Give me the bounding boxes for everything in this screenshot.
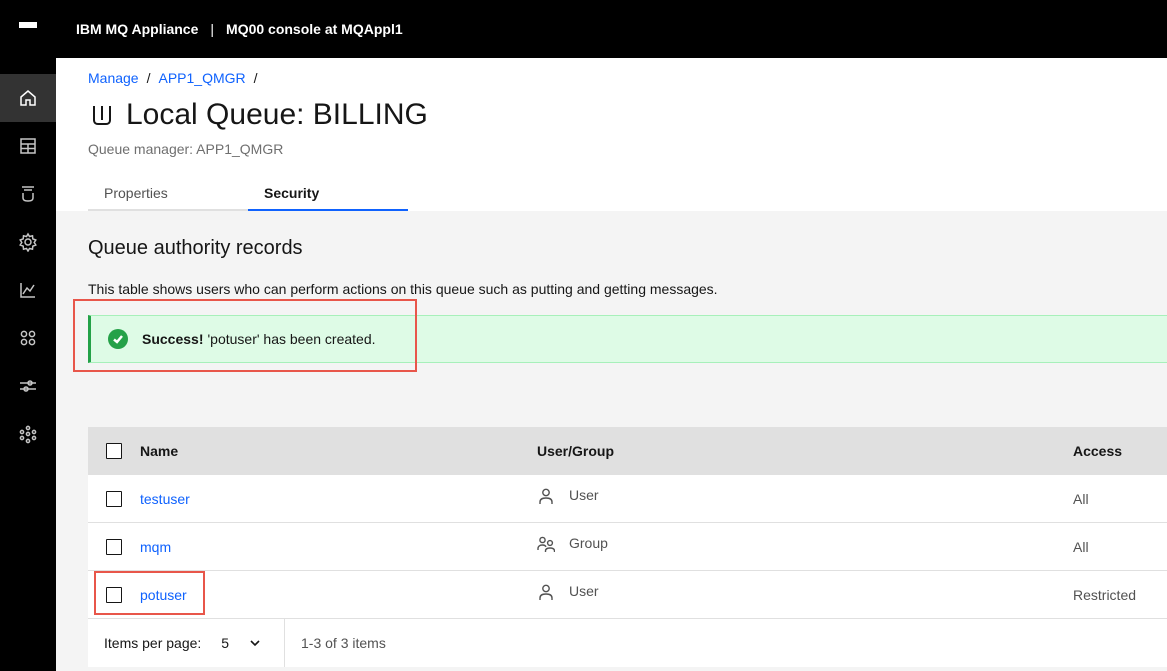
title-row: Local Queue: BILLING [88, 98, 428, 132]
nav-settings[interactable] [0, 218, 56, 266]
tab-security[interactable]: Security [248, 176, 408, 211]
home-icon [20, 90, 36, 106]
apps-icon [20, 330, 36, 346]
items-per-page-select[interactable]: 5 [221, 635, 229, 651]
product-name: IBM MQ Appliance [76, 21, 199, 37]
side-nav [0, 58, 56, 671]
queue-icon [93, 106, 111, 125]
chevron-down-icon[interactable] [249, 637, 261, 649]
table-row: mqm Group All [88, 523, 1167, 571]
row-checkbox[interactable] [106, 538, 122, 555]
section-title: Queue authority records [88, 237, 303, 259]
row-type: User [569, 582, 599, 599]
notification-message: 'potuser' has been created. [207, 331, 376, 347]
row-access: Restricted [1073, 586, 1137, 603]
section-description: This table shows users who can perform a… [88, 281, 718, 297]
row-type: User [569, 486, 599, 503]
items-per-page: Items per page: 5 [88, 619, 285, 667]
row-checkbox[interactable] [106, 490, 122, 507]
nav-home[interactable] [0, 74, 56, 122]
page-subtitle: Queue manager: APP1_QMGR [88, 141, 284, 157]
notification-title: Success! [142, 331, 204, 347]
breadcrumb: Manage / APP1_QMGR / [88, 70, 258, 86]
nav-queue[interactable] [0, 170, 56, 218]
queue-icon [22, 186, 34, 202]
breadcrumb-separator: / [146, 70, 151, 86]
nav-table[interactable] [0, 122, 56, 170]
select-all-checkbox[interactable] [106, 443, 122, 459]
row-name-link[interactable]: mqm [140, 539, 171, 555]
hamburger-icon [19, 22, 37, 36]
sliders-icon [20, 380, 36, 392]
row-name-link[interactable]: potuser [140, 587, 187, 603]
nav-network[interactable] [0, 410, 56, 458]
tab-list: Properties Security [88, 176, 408, 211]
column-header-access[interactable]: Access [1073, 443, 1167, 459]
success-notification: Success! 'potuser' has been created. [88, 315, 1167, 363]
nav-adjust[interactable] [0, 362, 56, 410]
nav-metrics[interactable] [0, 266, 56, 314]
gear-icon [19, 232, 37, 252]
row-access: All [1073, 538, 1089, 555]
pagination: Items per page: 5 1-3 of 3 items [88, 619, 1167, 667]
table-row: potuser User Restricted [88, 571, 1167, 619]
row-checkbox[interactable] [106, 586, 122, 603]
column-header-name[interactable]: Name [140, 443, 537, 459]
breadcrumb-manage[interactable]: Manage [88, 70, 139, 86]
console-name: MQ00 console at MQAppl1 [226, 21, 403, 37]
authority-table: Name User/Group Access testuser User All… [88, 427, 1167, 667]
top-header: IBM MQ Appliance | MQ00 console at MQAppl1 [0, 0, 1167, 58]
menu-button[interactable] [0, 0, 56, 58]
pagination-range: 1-3 of 3 items [301, 635, 386, 651]
tab-properties[interactable]: Properties [88, 176, 248, 211]
table-row: testuser User All [88, 475, 1167, 523]
nav-apps[interactable] [0, 314, 56, 362]
column-header-type[interactable]: User/Group [537, 443, 1073, 459]
row-access: All [1073, 490, 1089, 507]
breadcrumb-qmgr[interactable]: APP1_QMGR [158, 70, 245, 86]
group-icon [537, 536, 555, 552]
success-icon [108, 329, 128, 349]
table-icon [20, 138, 36, 154]
user-icon [539, 584, 553, 600]
chart-icon [20, 283, 35, 298]
network-icon [19, 425, 37, 444]
user-icon [539, 488, 553, 504]
breadcrumb-separator: / [253, 70, 258, 86]
header-separator: | [210, 21, 215, 37]
table-header: Name User/Group Access [88, 427, 1167, 475]
items-per-page-label: Items per page: [104, 635, 202, 651]
row-name-link[interactable]: testuser [140, 491, 190, 507]
page-header: Manage / APP1_QMGR / Local Queue: BILLIN… [56, 58, 1167, 211]
page-title: Local Queue: BILLING [126, 98, 428, 131]
header-brand: IBM MQ Appliance | MQ00 console at MQAppl1 [76, 21, 403, 37]
row-type: Group [569, 534, 608, 551]
